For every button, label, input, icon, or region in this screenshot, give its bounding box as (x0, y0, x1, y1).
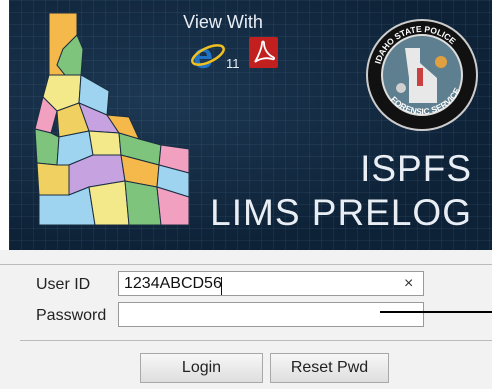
ie-version-label: 11 (226, 56, 240, 71)
login-banner: View With e 11 IDAHO STATE POLICE FORENS… (9, 0, 492, 250)
annotation-line (380, 311, 492, 313)
form-divider (20, 340, 492, 341)
text-caret (221, 277, 222, 295)
view-with-label: View With (183, 12, 263, 32)
password-label: Password (36, 307, 107, 324)
internet-explorer-icon: e (191, 38, 225, 72)
login-button[interactable]: Login (140, 353, 263, 383)
isp-forensic-seal: IDAHO STATE POLICE FORENSIC SERVICES (365, 18, 478, 131)
app-title-line2: LIMS PRELOG (210, 192, 472, 233)
clear-input-icon[interactable]: × (404, 275, 413, 293)
password-input[interactable] (118, 302, 424, 327)
app-title-line1: ISPFS (360, 148, 472, 189)
idaho-county-map (34, 12, 190, 226)
form-top-divider (0, 264, 492, 265)
pdf-icon (249, 37, 278, 68)
reset-password-button[interactable]: Reset Pwd (270, 353, 389, 383)
userid-label: User ID (36, 276, 91, 293)
userid-input[interactable]: 1234ABCD56 (118, 271, 424, 296)
